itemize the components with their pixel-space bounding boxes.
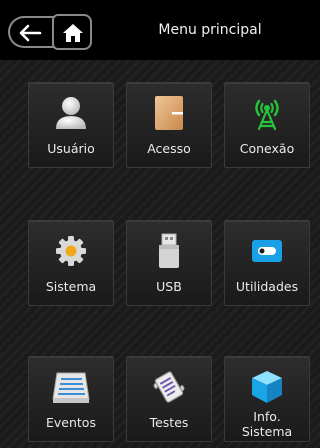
tile-utilidades[interactable]: Utilidades: [224, 220, 310, 306]
tile-conexao[interactable]: Conexão: [224, 82, 310, 168]
tile-label-line: Info.: [253, 409, 281, 424]
tile-label: Conexão: [239, 141, 295, 156]
home-button[interactable]: [52, 14, 92, 50]
usb-icon: [159, 233, 179, 268]
top-bar: Menu principal: [0, 0, 320, 60]
tile-label: Info. Sistema: [225, 409, 309, 439]
user-icon: [56, 97, 86, 129]
tile-sistema[interactable]: Sistema: [28, 220, 114, 306]
tests-icon: [153, 371, 185, 403]
gear-icon: [56, 236, 86, 266]
events-icon: [52, 372, 90, 403]
antenna-icon: [255, 99, 279, 131]
tile-label: Testes: [149, 415, 189, 430]
arrow-left-icon: [19, 24, 42, 42]
tile-acesso[interactable]: Acesso: [126, 82, 212, 168]
utilities-icon: [252, 240, 282, 262]
cube-icon: [252, 371, 282, 403]
page-title: Menu principal: [158, 22, 262, 38]
tile-info-sistema[interactable]: Info. Sistema: [224, 356, 310, 442]
tile-label: Acesso: [147, 141, 191, 156]
back-button[interactable]: [8, 16, 58, 48]
screen: Menu principal Usuário Acesso Conexão Si…: [0, 0, 320, 448]
tile-eventos[interactable]: Eventos: [28, 356, 114, 442]
tile-label: Eventos: [46, 415, 96, 430]
tile-testes[interactable]: Testes: [126, 356, 212, 442]
home-icon: [63, 24, 83, 42]
tile-label-line: Sistema: [241, 424, 293, 439]
tile-usb[interactable]: USB: [126, 220, 212, 306]
door-icon: [155, 96, 183, 130]
tile-label: USB: [156, 279, 182, 294]
tile-label: Usuário: [47, 141, 95, 156]
tile-label: Utilidades: [235, 279, 299, 294]
tile-label: Sistema: [45, 279, 97, 294]
tile-usuario[interactable]: Usuário: [28, 82, 114, 168]
